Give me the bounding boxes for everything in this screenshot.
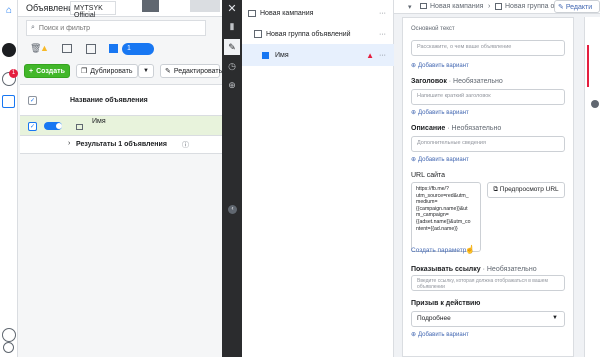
chevron-down-icon: ▼ — [143, 68, 149, 74]
duplicate-button[interactable]: ❐ Дублировать — [76, 64, 138, 78]
plus-circle-icon: ⊕ — [411, 110, 417, 116]
plus-icon: + — [29, 67, 34, 75]
table-row[interactable]: ✓ Имя — [20, 116, 222, 136]
row-media-icon — [76, 124, 83, 130]
chart-icon[interactable]: ▮ — [226, 20, 238, 32]
tree-item-campaign[interactable]: Новая кампания ··· — [242, 2, 394, 24]
ad-creative-card: Основной текст Расскажите, о чем ваше об… — [402, 17, 574, 357]
cta-dropdown[interactable]: Подробнее ▼ — [411, 311, 565, 327]
info-icon[interactable]: ⓘ — [182, 140, 189, 150]
meta-logo-icon[interactable]: ⌂ — [2, 4, 16, 18]
account-selector[interactable]: MYTSYK Official — [70, 1, 116, 19]
display-link-title: Показывать ссылку · Необязательно — [411, 266, 537, 273]
selected-count-badge[interactable]: 1 — [122, 43, 154, 55]
edit-mode-button[interactable]: ✎ Редакти — [554, 0, 600, 13]
headline-title: Заголовок · Необязательно — [411, 78, 503, 85]
history-icon[interactable]: ◷ — [226, 60, 238, 72]
add-variant-link[interactable]: ⊕ Добавить вариант — [411, 62, 469, 70]
tree-adset-label: Новая группа объявлений — [266, 30, 351, 38]
tree-item-adset[interactable]: Новая группа объявлений ··· — [242, 23, 394, 45]
results-row: › Результаты 1 объявления ⓘ — [20, 136, 222, 154]
column-header-ad-name: Название объявления — [70, 97, 148, 104]
warning-icon[interactable]: ▲ — [40, 43, 49, 53]
tree-item-ad[interactable]: Имя ▲ ··· — [242, 44, 394, 66]
preview-url-button[interactable]: ⧉ Предпросмотр URL — [487, 182, 565, 198]
notification-badge: 1 — [9, 69, 18, 78]
folder-icon — [248, 9, 256, 17]
toggle-knob — [56, 123, 62, 129]
table-header: ✓ Название объявления — [20, 84, 222, 116]
row-checkbox[interactable]: ✓ — [28, 122, 37, 131]
headline-input[interactable]: Напишите краткий заголовок — [411, 89, 565, 105]
preview-radio[interactable] — [591, 100, 599, 108]
breadcrumb: ▾ Новая кампания › Новая группа объявлен… — [394, 0, 600, 14]
more-icon[interactable]: ··· — [379, 52, 386, 59]
collapse-chevron-icon[interactable]: ‹ — [228, 205, 237, 214]
add-variant-link[interactable]: ⊕ Добавить вариант — [411, 331, 469, 339]
pencil-icon: ✎ — [165, 68, 171, 75]
primary-text-title: Основной текст — [411, 26, 455, 32]
duplicate-icon: ❐ — [81, 68, 88, 75]
results-label: Результаты 1 объявления — [76, 141, 167, 148]
plus-circle-icon: ⊕ — [411, 157, 417, 163]
tab-placeholder[interactable] — [142, 0, 159, 12]
grid-icon — [495, 3, 502, 10]
search-bar[interactable]: ⌕ — [26, 20, 206, 36]
chevron-down-icon[interactable]: ▾ — [408, 3, 412, 11]
row-ad-name[interactable]: Имя — [92, 118, 106, 125]
editor-sidebar: ✕ ▮ ✎ ◷ ⊕ ‹ — [222, 0, 242, 357]
edit-pencil-icon[interactable]: ✎ — [224, 39, 240, 55]
search-icon: ⌕ — [31, 24, 35, 31]
plus-circle-icon: ⊕ — [411, 332, 417, 338]
grid-icon[interactable] — [86, 44, 96, 54]
url-input[interactable]: https://fb.me/? utm_source=red&utm_ medi… — [411, 182, 481, 252]
grid-icon — [254, 30, 262, 38]
preview-panel — [584, 17, 600, 357]
selection-checkbox[interactable] — [109, 44, 118, 53]
external-link-icon: ⧉ — [493, 186, 498, 193]
select-all-checkbox[interactable]: ✓ — [28, 96, 37, 105]
more-icon[interactable]: ··· — [379, 31, 386, 38]
cursor-icon: ☝ — [465, 245, 475, 254]
cta-title: Призыв к действию — [411, 300, 481, 307]
description-input[interactable]: Дополнительные сведения — [411, 136, 565, 152]
search-input[interactable] — [38, 24, 189, 32]
close-icon[interactable]: ✕ — [226, 3, 238, 15]
expand-chevron-icon[interactable]: › — [68, 140, 70, 147]
edit-button[interactable]: ✎ Редактировать — [160, 64, 222, 78]
add-variant-link[interactable]: ⊕ Добавить вариант — [411, 109, 469, 117]
help-icon[interactable] — [3, 342, 14, 353]
add-variant-link[interactable]: ⊕ Добавить вариант — [411, 156, 469, 164]
folder-icon[interactable] — [62, 44, 72, 53]
ad-icon — [262, 51, 269, 59]
create-button[interactable]: + Создать — [24, 64, 70, 78]
tab-placeholder[interactable] — [190, 0, 220, 12]
description-title: Описание · Необязательно — [411, 125, 502, 132]
avatar[interactable] — [2, 43, 16, 57]
url-title: URL сайта — [411, 172, 446, 179]
warning-icon[interactable]: ▲ — [366, 51, 374, 60]
primary-text-input[interactable]: Расскажите, о чем ваше объявление — [411, 40, 565, 56]
plus-circle-icon: ⊕ — [411, 63, 417, 69]
display-link-input[interactable]: Введите ссылку, которая должна отображат… — [411, 275, 565, 291]
duplicate-dropdown[interactable]: ▼ — [138, 64, 154, 78]
ads-panel-header: Объявления MYTSYK Official — [18, 0, 222, 19]
campaign-tree: Новая кампания ··· Новая группа объявлен… — [242, 0, 394, 357]
tree-campaign-label: Новая кампания — [260, 9, 314, 17]
more-icon[interactable]: ··· — [379, 10, 386, 17]
settings-icon[interactable] — [2, 328, 16, 342]
chevron-down-icon: ▼ — [552, 315, 558, 321]
tree-ad-label: Имя — [275, 51, 289, 59]
error-indicator — [587, 45, 589, 87]
folder-icon — [420, 3, 427, 9]
app-rail: ⌂ 1 — [0, 0, 18, 357]
breadcrumb-campaign[interactable]: Новая кампания — [430, 3, 483, 10]
zoom-icon[interactable]: ⊕ — [226, 79, 238, 91]
create-parameter-link[interactable]: Создать параметр — [411, 247, 466, 254]
view-toolbar: 🗑 ▲ 1 — [20, 40, 222, 60]
ads-manager-table-icon[interactable] — [2, 95, 15, 108]
